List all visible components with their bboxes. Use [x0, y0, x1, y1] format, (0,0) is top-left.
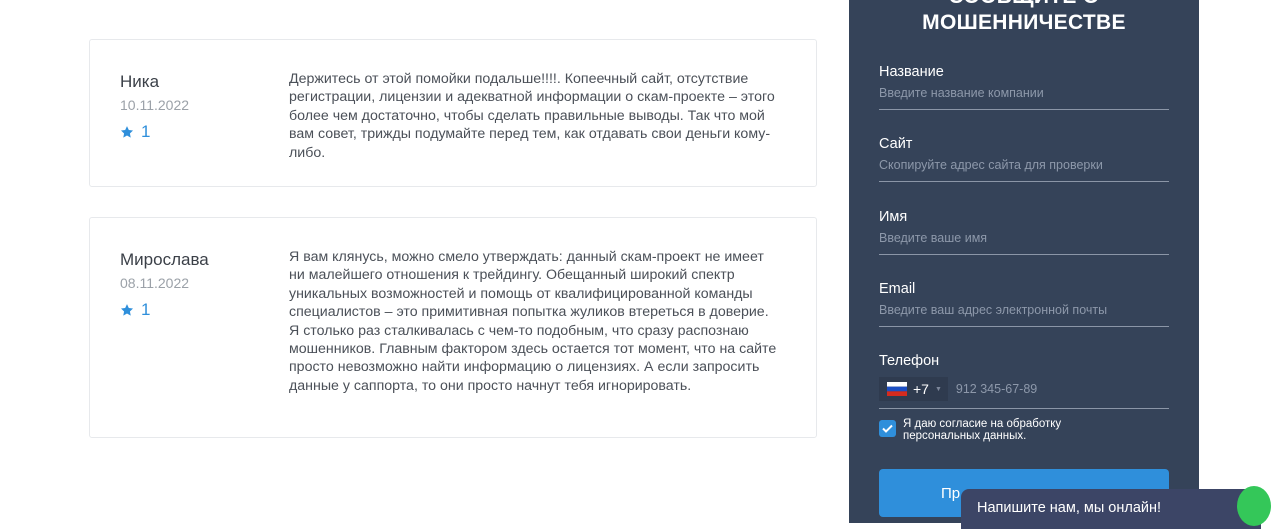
site-field: Сайт	[879, 136, 1169, 182]
form-title-line2: мошенничестве	[922, 11, 1126, 34]
review-author: Мирослава	[120, 250, 209, 269]
phone-label: Телефон	[879, 353, 940, 369]
phone-field: Телефон +7 ▼	[879, 353, 1169, 409]
review-rating: 1	[120, 122, 150, 142]
name-input[interactable]	[879, 231, 1169, 255]
consent-checkbox[interactable]	[879, 420, 896, 437]
company-label: Название	[879, 64, 944, 80]
star-icon	[120, 303, 134, 317]
review-rating: 1	[120, 300, 150, 320]
form-title-line1: Сообщите о	[949, 0, 1100, 8]
phone-input[interactable]	[953, 381, 1169, 397]
review-text: Держитесь от этой помойки подальше!!!!. …	[289, 71, 775, 161]
star-icon	[120, 125, 134, 139]
review-card: Мирослава 08.11.2022 1 Я вам клянусь, мо…	[89, 217, 817, 438]
russia-flag-icon	[887, 382, 907, 396]
phone-row: +7 ▼	[879, 377, 1169, 409]
review-date: 08.11.2022	[120, 275, 190, 291]
review-rating-value: 1	[141, 122, 151, 141]
company-field: Название	[879, 64, 1169, 110]
chat-label: Напишите нам, мы онлайн!	[977, 500, 1162, 516]
form-title: Сообщите о мошенничестве	[849, 0, 1199, 36]
email-input[interactable]	[879, 303, 1169, 327]
country-code-selector[interactable]: +7 ▼	[879, 377, 948, 401]
review-date: 10.11.2022	[120, 97, 190, 113]
company-input[interactable]	[879, 86, 1169, 110]
review-rating-value: 1	[141, 300, 151, 319]
site-label: Сайт	[879, 136, 913, 152]
chat-online-indicator[interactable]	[1237, 486, 1271, 526]
review-author: Ника	[120, 72, 160, 91]
site-input[interactable]	[879, 158, 1169, 182]
review-text: Я вам клянусь, можно смело утверждать: д…	[289, 249, 777, 394]
email-field: Email	[879, 281, 1169, 327]
email-label: Email	[879, 281, 916, 297]
submit-label: Пр	[941, 485, 961, 502]
chevron-down-icon: ▼	[934, 385, 942, 393]
check-icon	[882, 424, 893, 433]
consent-row: Я даю согласие на обработку персональных…	[879, 418, 1093, 442]
report-form-panel: Сообщите о мошенничестве Название Сайт И…	[849, 0, 1199, 523]
chat-widget[interactable]: Напишите нам, мы онлайн!	[961, 489, 1261, 529]
review-card: Ника 10.11.2022 1 Держитесь от этой помо…	[89, 39, 817, 187]
dial-code: +7	[913, 381, 929, 397]
consent-text: Я даю согласие на обработку персональных…	[903, 418, 1062, 442]
name-label: Имя	[879, 209, 908, 225]
name-field: Имя	[879, 209, 1169, 255]
